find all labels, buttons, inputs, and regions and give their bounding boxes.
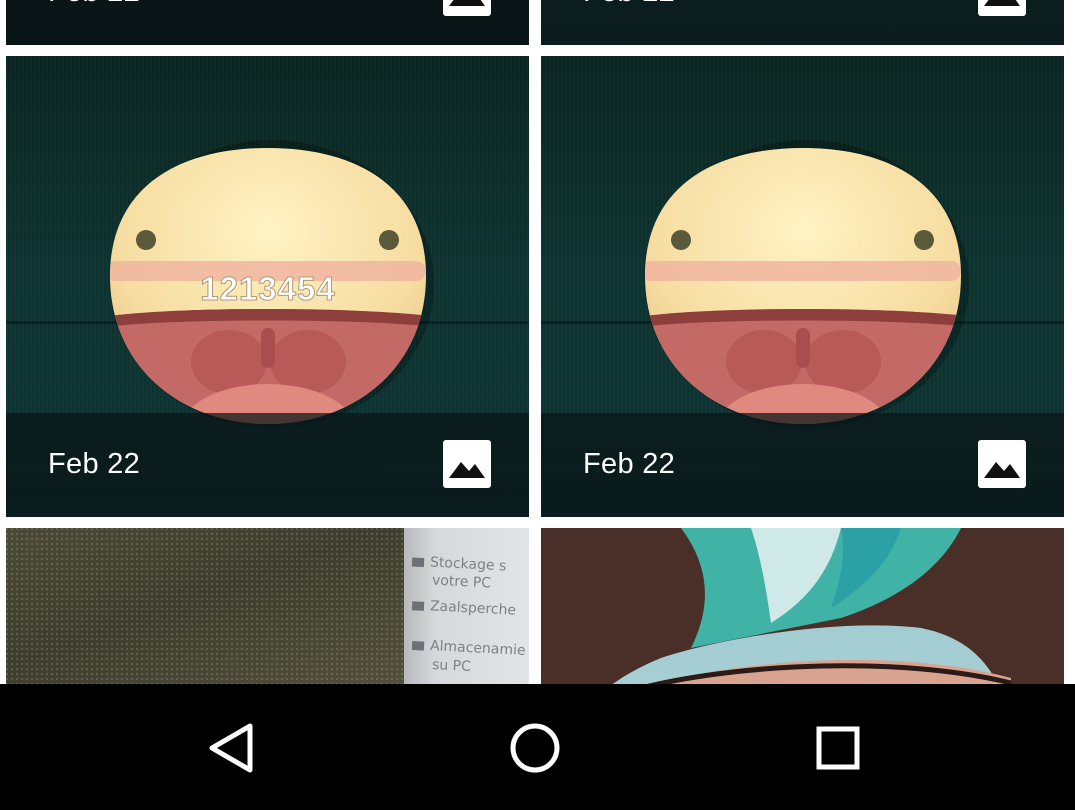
caption-bar: Feb 22 (541, 0, 1064, 45)
photo-tile[interactable]: Feb 22 (541, 0, 1064, 45)
paper-text-line: Almacenamie (411, 637, 526, 659)
screen: Feb 22 Feb 22 (0, 0, 1075, 810)
paper-photo-area: Stockage s votre PC Zaalsperche Almacena… (404, 528, 529, 684)
system-navigation-bar (0, 684, 1075, 810)
caption-bar: Feb 22 (6, 0, 529, 45)
photo-date: Feb 22 (48, 0, 140, 9)
paper-text-line: Stockage s (411, 554, 507, 574)
caption-bar: Feb 22 (6, 413, 529, 517)
photo-tile[interactable] (541, 528, 1064, 684)
photo-overlay-number: 1213454 (200, 270, 335, 307)
image-icon (443, 440, 491, 488)
recents-button[interactable] (806, 716, 870, 780)
caption-bar: Feb 22 (541, 413, 1064, 517)
portrait-illustration (541, 528, 1064, 684)
image-icon (978, 0, 1026, 16)
image-icon (443, 0, 491, 16)
photo-tile[interactable]: Stockage s votre PC Zaalsperche Almacena… (6, 528, 529, 684)
photo-date: Feb 22 (583, 448, 676, 480)
recents-square-icon (816, 726, 860, 770)
photo-grid: Feb 22 Feb 22 (0, 0, 1075, 684)
photo-tile[interactable]: Feb 22 (6, 0, 529, 45)
back-button[interactable] (200, 716, 264, 780)
back-triangle-icon (209, 723, 253, 773)
image-icon (978, 440, 1026, 488)
home-button[interactable] (503, 716, 567, 780)
photo-tile[interactable]: 1213454 Feb 22 (6, 56, 529, 517)
fabric-photo-area (6, 528, 404, 684)
photo-date: Feb 22 (583, 0, 675, 9)
photo-date: Feb 22 (48, 448, 141, 480)
photo-tile[interactable]: Feb 22 (541, 56, 1064, 517)
home-circle-icon (510, 723, 560, 773)
paper-text-line: Zaalsperche (411, 597, 516, 619)
paper-text-line: su PC (431, 656, 472, 676)
paper-text-line: votre PC (431, 572, 492, 592)
